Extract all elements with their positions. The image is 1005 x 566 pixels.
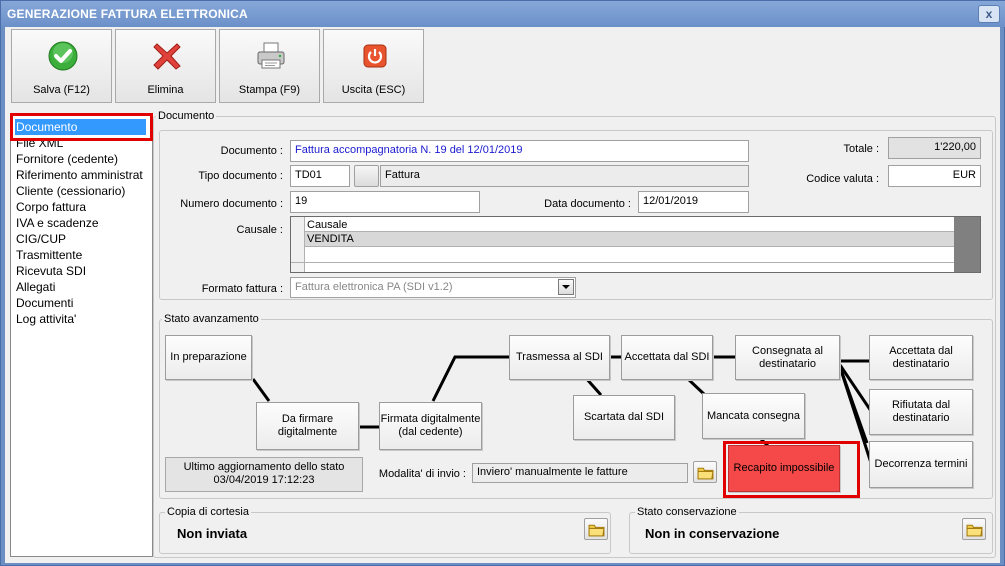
step-trasmessa-sdi: Trasmessa al SDI <box>509 335 610 380</box>
step-mancata-consegna: Mancata consegna <box>702 393 805 439</box>
folder-icon <box>697 467 714 480</box>
copia-cortesia-title: Copia di cortesia <box>165 506 251 518</box>
ultimo-aggiornamento-value: 03/04/2019 17:12:23 <box>213 474 315 486</box>
step-scartata-sdi: Scartata dal SDI <box>573 395 675 440</box>
client-area: Salva (F12) Elimina Stampa (F9) Uscita (… <box>5 27 1000 563</box>
step-accettata-destinatario: Accettata dal destinatario <box>869 335 973 380</box>
modalita-invio-field: Inviero' manualmente le fatture <box>472 463 688 483</box>
app-window: GENERAZIONE FATTURA ELETTRONICA x Salva … <box>0 0 1005 566</box>
folder-icon <box>588 524 605 537</box>
step-da-firmare: Da firmare digitalmente <box>256 402 359 450</box>
modalita-invio-folder-button[interactable] <box>693 461 717 483</box>
stato-conservazione-folder-button[interactable] <box>962 518 986 540</box>
step-consegnata-destinatario: Consegnata al destinatario <box>735 335 840 380</box>
copia-cortesia-value: Non inviata <box>177 526 248 541</box>
step-decorrenza-termini: Decorrenza termini <box>869 441 973 488</box>
close-window-button[interactable]: x <box>978 5 1000 23</box>
modalita-invio-label: Modalita' di invio : <box>378 468 466 480</box>
step-in-preparazione: In preparazione <box>165 335 252 380</box>
stato-conservazione-title: Stato conservazione <box>635 506 739 518</box>
window-title: GENERAZIONE FATTURA ELETTRONICA <box>1 1 1005 27</box>
stato-conservazione-value: Non in conservazione <box>645 526 780 541</box>
ultimo-aggiornamento-box: Ultimo aggiornamento dello stato 03/04/2… <box>165 457 363 492</box>
highlight-box-recapito <box>723 441 860 498</box>
copia-cortesia-folder-button[interactable] <box>584 518 608 540</box>
folder-icon <box>966 524 983 537</box>
step-firmata-digitalmente: Firmata digitalmente (dal cedente) <box>379 402 482 450</box>
step-accettata-sdi: Accettata dal SDI <box>621 335 713 380</box>
step-rifiutata-destinatario: Rifiutata dal destinatario <box>869 389 973 435</box>
ultimo-aggiornamento-label: Ultimo aggiornamento dello stato <box>183 461 345 473</box>
